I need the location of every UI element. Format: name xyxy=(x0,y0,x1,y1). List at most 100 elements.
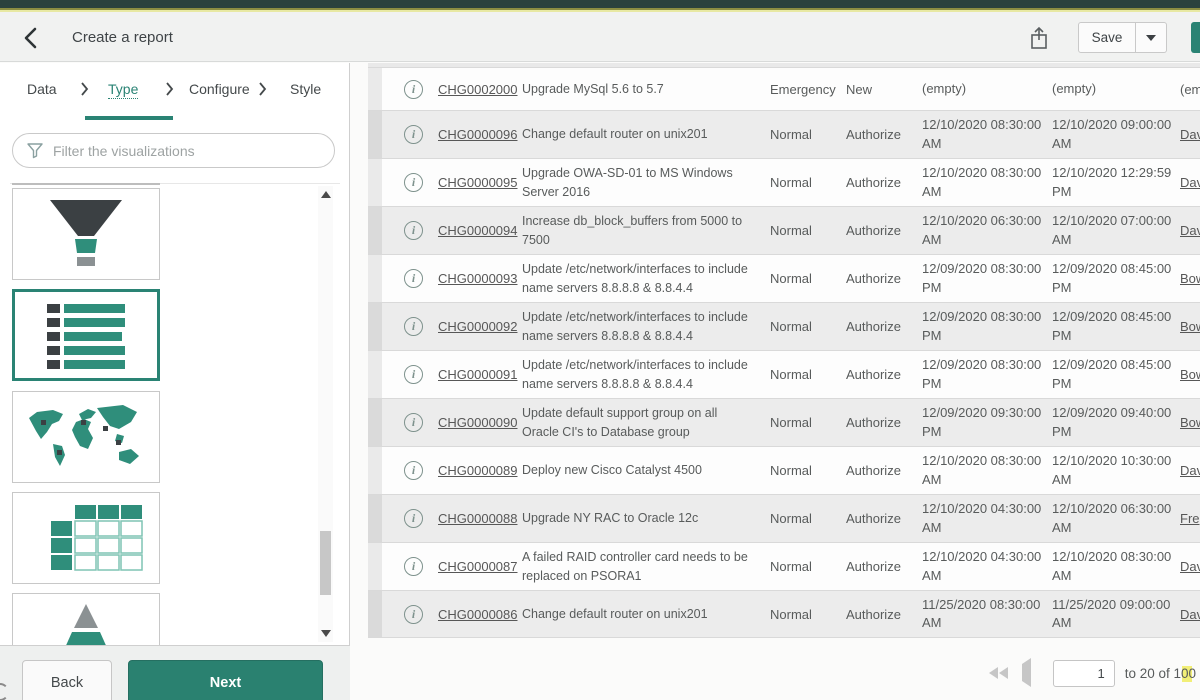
scroll-up-icon[interactable] xyxy=(321,191,331,198)
change-number-cell: CHG0000090 xyxy=(438,415,522,430)
description-cell: Update /etc/network/interfaces to includ… xyxy=(522,356,762,392)
change-number-link[interactable]: CHG0002000 xyxy=(438,82,518,97)
change-number-link[interactable]: CHG0000088 xyxy=(438,511,518,526)
assigned-to-link[interactable]: Bow xyxy=(1180,367,1200,382)
planned-end-cell: 12/10/2020 09:00:00 AM xyxy=(1052,116,1180,152)
wizard-step-type[interactable]: Type xyxy=(108,81,138,99)
assigned-to-link[interactable]: (em xyxy=(1180,82,1200,97)
share-icon[interactable] xyxy=(1028,25,1052,51)
planned-end-cell: 12/10/2020 07:00:00 AM xyxy=(1052,212,1180,248)
info-circle-icon[interactable]: i xyxy=(404,221,423,240)
table-row[interactable]: i CHG0000095 Upgrade OWA-SD-01 to MS Win… xyxy=(368,158,1200,206)
visualization-filter-input[interactable] xyxy=(53,143,313,159)
assigned-to-link[interactable]: Bow xyxy=(1180,319,1200,334)
table-row[interactable]: i CHG0000089 Deploy new Cisco Catalyst 4… xyxy=(368,446,1200,494)
planned-end-cell: 12/09/2020 08:45:00 PM xyxy=(1052,356,1180,392)
chevron-right-icon xyxy=(165,82,174,96)
assigned-to-link[interactable]: Bow xyxy=(1180,271,1200,286)
assigned-to-link[interactable]: Dav xyxy=(1180,559,1200,574)
change-number-link[interactable]: CHG0000091 xyxy=(438,367,518,382)
row-left-gutter xyxy=(368,591,382,637)
assigned-to-link[interactable]: Dav xyxy=(1180,463,1200,478)
priority-cell: Normal xyxy=(762,127,846,142)
save-dropdown-button[interactable] xyxy=(1136,22,1167,53)
viz-option-pyramid-chart[interactable] xyxy=(12,593,160,645)
wizard-step-style[interactable]: Style xyxy=(290,81,321,97)
previous-page-button[interactable] xyxy=(1022,664,1031,682)
assigned-to-link[interactable]: Dav xyxy=(1180,223,1200,238)
planned-start-cell: 12/10/2020 06:30:00 AM xyxy=(922,212,1052,248)
info-circle-icon[interactable]: i xyxy=(404,269,423,288)
assigned-to-link[interactable]: Dav xyxy=(1180,175,1200,190)
change-number-link[interactable]: CHG0000089 xyxy=(438,463,518,478)
info-circle-icon[interactable]: i xyxy=(404,413,423,432)
assigned-to-link[interactable]: Fre xyxy=(1180,511,1200,526)
assigned-to-link[interactable]: Bow xyxy=(1180,415,1200,430)
info-circle-icon[interactable]: i xyxy=(404,461,423,480)
table-row[interactable]: i CHG0000094 Increase db_block_buffers f… xyxy=(368,206,1200,254)
top-brand-strip xyxy=(0,0,1200,8)
description-cell: Deploy new Cisco Catalyst 4500 xyxy=(522,461,762,479)
change-number-cell: CHG0000087 xyxy=(438,559,522,574)
change-number-link[interactable]: CHG0000090 xyxy=(438,415,518,430)
table-row[interactable]: i CHG0002000 Upgrade MySql 5.6 to 5.7 Em… xyxy=(368,67,1200,110)
planned-end-cell: 12/10/2020 12:29:59 PM xyxy=(1052,164,1180,200)
info-circle-icon[interactable]: i xyxy=(404,173,423,192)
info-cell: i xyxy=(382,461,438,480)
save-button[interactable]: Save xyxy=(1078,22,1136,53)
table-row[interactable]: i CHG0000096 Change default router on un… xyxy=(368,110,1200,158)
change-number-link[interactable]: CHG0000094 xyxy=(438,223,518,238)
info-cell: i xyxy=(382,413,438,432)
scrollbar-thumb[interactable] xyxy=(320,531,331,595)
change-number-link[interactable]: CHG0000093 xyxy=(438,271,518,286)
change-number-link[interactable]: CHG0000086 xyxy=(438,607,518,622)
assigned-to-link[interactable]: Dav xyxy=(1180,607,1200,622)
viz-option-funnel-chart[interactable] xyxy=(12,188,160,280)
info-circle-icon[interactable]: i xyxy=(404,557,423,576)
table-row[interactable]: i CHG0000087 A failed RAID controller ca… xyxy=(368,542,1200,590)
run-button-fragment[interactable] xyxy=(1191,22,1200,53)
table-row[interactable]: i CHG0000088 Upgrade NY RAC to Oracle 12… xyxy=(368,494,1200,542)
table-row[interactable]: i CHG0000086 Change default router on un… xyxy=(368,590,1200,638)
change-number-cell: CHG0000088 xyxy=(438,511,522,526)
table-row[interactable]: i CHG0000092 Update /etc/network/interfa… xyxy=(368,302,1200,350)
planned-start-cell: 12/09/2020 09:30:00 PM xyxy=(922,404,1052,440)
table-row[interactable]: i CHG0000091 Update /etc/network/interfa… xyxy=(368,350,1200,398)
next-button[interactable]: Next xyxy=(128,660,323,700)
info-circle-icon[interactable]: i xyxy=(404,365,423,384)
wizard-step-configure[interactable]: Configure xyxy=(189,81,250,97)
planned-end-cell: (empty) xyxy=(1052,80,1180,98)
row-left-gutter xyxy=(368,447,382,494)
description-cell: Update default support group on all Orac… xyxy=(522,404,762,440)
change-number-cell: CHG0000091 xyxy=(438,367,522,382)
planned-start-cell: 12/10/2020 08:30:00 AM xyxy=(922,164,1052,200)
change-number-link[interactable]: CHG0000095 xyxy=(438,175,518,190)
assigned-to-link[interactable]: Dav xyxy=(1180,127,1200,142)
back-chevron-icon[interactable] xyxy=(20,26,44,50)
info-circle-icon[interactable]: i xyxy=(404,80,423,99)
change-number-link[interactable]: CHG0000096 xyxy=(438,127,518,142)
info-circle-icon[interactable]: i xyxy=(404,605,423,624)
change-number-cell: CHG0000093 xyxy=(438,271,522,286)
change-number-link[interactable]: CHG0000087 xyxy=(438,559,518,574)
first-page-button[interactable] xyxy=(989,667,1008,679)
viz-option-heatmap-table[interactable] xyxy=(12,492,160,584)
row-left-gutter xyxy=(368,255,382,302)
viz-option-world-map[interactable] xyxy=(12,391,160,483)
back-button[interactable]: Back xyxy=(22,660,112,700)
info-circle-icon[interactable]: i xyxy=(404,317,423,336)
planned-start-cell: 12/09/2020 08:30:00 PM xyxy=(922,260,1052,296)
info-circle-icon[interactable]: i xyxy=(404,509,423,528)
double-left-triangle-icon xyxy=(989,667,998,679)
viz-list-scrollbar[interactable] xyxy=(318,186,333,642)
page-number-input[interactable] xyxy=(1053,660,1115,687)
change-number-link[interactable]: CHG0000092 xyxy=(438,319,518,334)
table-row[interactable]: i CHG0000093 Update /etc/network/interfa… xyxy=(368,254,1200,302)
scroll-down-icon[interactable] xyxy=(321,630,331,637)
wizard-step-data[interactable]: Data xyxy=(27,81,57,97)
viz-option-bar-list[interactable] xyxy=(12,289,160,381)
table-row[interactable]: i CHG0000090 Update default support grou… xyxy=(368,398,1200,446)
info-circle-icon[interactable]: i xyxy=(404,125,423,144)
world-map-icon xyxy=(13,394,159,480)
state-cell: Authorize xyxy=(846,271,922,286)
